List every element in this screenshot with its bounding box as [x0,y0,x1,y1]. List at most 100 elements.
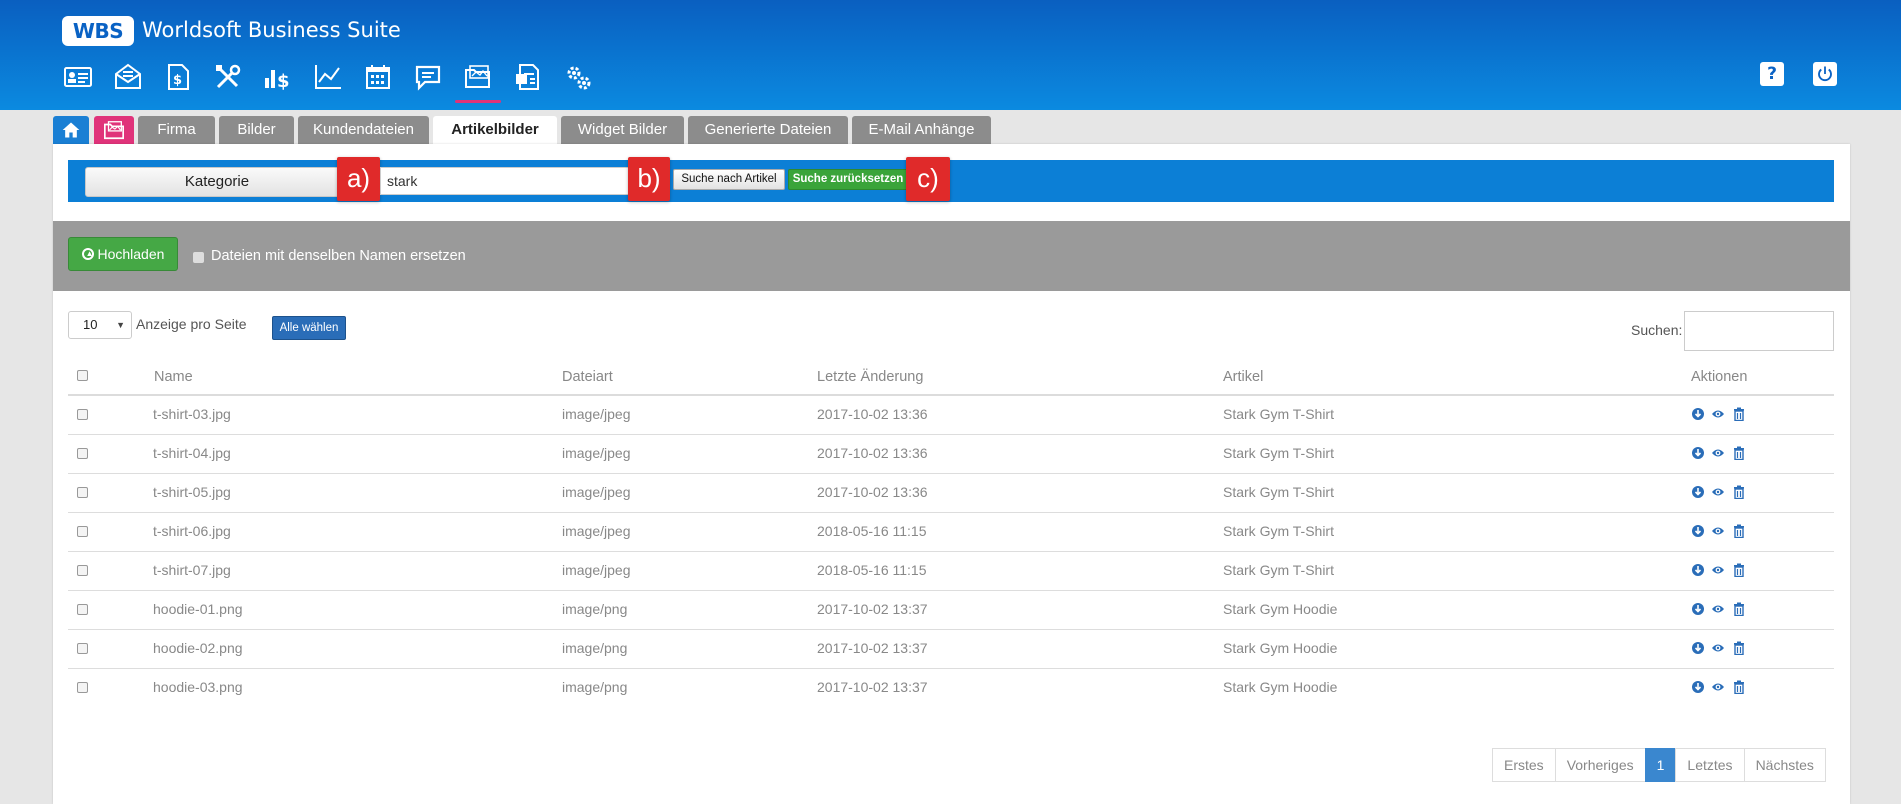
tools-icon[interactable] [211,60,245,94]
calendar-icon[interactable] [361,60,395,94]
wbs-logo[interactable]: WBS [62,16,134,46]
pagination-next[interactable]: Nächstes [1743,748,1826,782]
download-icon[interactable] [1691,524,1705,538]
table-row: hoodie-01.png image/png 2017-10-02 13:37 St… [68,590,1834,629]
download-icon[interactable] [1691,446,1705,460]
tab-widget-bilder[interactable]: Widget Bilder [561,116,684,144]
power-icon[interactable] [1813,62,1837,86]
pagination-last[interactable]: Letztes [1675,748,1745,782]
contact-card-icon[interactable] [61,60,95,94]
row-checkbox[interactable] [77,604,88,615]
download-icon[interactable] [1691,485,1705,499]
upload-button-label: Hochladen [97,246,165,262]
per-page-select[interactable]: 10 ▼ [68,311,132,339]
line-chart-icon[interactable] [311,60,345,94]
article-search-input[interactable] [380,167,630,195]
row-checkbox[interactable] [77,448,88,459]
preview-eye-icon[interactable] [1711,641,1725,655]
download-icon[interactable] [1691,407,1705,421]
replace-files-checkbox[interactable] [193,252,204,263]
tab-generierte-dateien[interactable]: Generierte Dateien [688,116,848,144]
preview-eye-icon[interactable] [1711,485,1725,499]
tab-firma[interactable]: Firma [138,116,215,144]
delete-trash-icon[interactable] [1732,563,1746,578]
pagination-first[interactable]: Erstes [1492,748,1556,782]
article-name: Stark Gym T-Shirt [1223,484,1334,500]
preview-eye-icon[interactable] [1711,680,1725,694]
row-checkbox[interactable] [77,409,88,420]
tab-kundendateien[interactable]: Kundendateien [298,116,429,144]
tab-artikelbilder[interactable]: Artikelbilder [433,116,557,145]
file-type: image/png [562,679,628,695]
file-name: hoodie-01.png [153,601,243,617]
preview-eye-icon[interactable] [1711,446,1725,460]
sales-chart-icon[interactable]: $ [261,60,295,94]
delete-trash-icon[interactable] [1732,524,1746,539]
folder-images-icon[interactable] [455,60,501,103]
download-icon[interactable] [1691,680,1705,694]
column-header-letzte-aenderung[interactable]: Letzte Änderung [817,369,923,385]
annotation-marker-a: a) [337,157,380,201]
replace-files-label: Dateien mit denselben Namen ersetzen [211,248,466,264]
file-type: image/jpeg [562,562,631,578]
tab-images[interactable] [94,116,134,144]
modified-date: 2017-10-02 13:36 [817,406,928,422]
delete-trash-icon[interactable] [1732,485,1746,500]
category-dropdown[interactable]: Kategorie [85,167,349,197]
settings-gears-icon[interactable] [561,60,595,94]
document-money-icon[interactable]: $ [161,60,195,94]
download-icon[interactable] [1691,641,1705,655]
row-checkbox[interactable] [77,565,88,576]
tab-email-anhaenge[interactable]: E-Mail Anhänge [852,116,991,144]
download-icon[interactable] [1691,563,1705,577]
article-name: Stark Gym Hoodie [1223,601,1338,617]
file-type: image/jpeg [562,406,631,422]
upload-button[interactable]: ▲ Hochladen [68,237,178,271]
preview-eye-icon[interactable] [1711,407,1725,421]
table-row: t-shirt-07.jpg image/jpeg 2018-05-16 11:15… [68,551,1834,590]
select-all-button[interactable]: Alle wählen [272,316,346,340]
modified-date: 2017-10-02 13:37 [817,640,928,656]
search-by-article-button[interactable]: Suche nach Artikel [673,169,785,190]
pagination-current-page[interactable]: 1 [1644,748,1677,782]
app-title: Worldsoft Business Suite [142,18,401,42]
preview-eye-icon[interactable] [1711,602,1725,616]
file-type: image/jpeg [562,445,631,461]
delete-trash-icon[interactable] [1732,407,1746,422]
row-checkbox[interactable] [77,682,88,693]
table-search-input[interactable] [1684,311,1834,351]
preview-eye-icon[interactable] [1711,524,1725,538]
download-icon[interactable] [1691,602,1705,616]
preview-eye-icon[interactable] [1711,563,1725,577]
mail-icon[interactable] [111,60,145,94]
column-header-dateiart[interactable]: Dateiart [562,369,613,385]
invoice-icon[interactable] [511,60,545,94]
file-name: t-shirt-05.jpg [153,484,231,500]
tab-home[interactable] [53,116,89,144]
article-name: Stark Gym T-Shirt [1223,562,1334,578]
table-row: t-shirt-04.jpg image/jpeg 2017-10-02 13:36… [68,434,1834,473]
help-icon[interactable]: ? [1760,62,1784,86]
column-header-aktionen: Aktionen [1691,369,1748,385]
file-type: image/jpeg [562,523,631,539]
reset-search-button[interactable]: Suche zurücksetzen [788,169,908,190]
delete-trash-icon[interactable] [1732,680,1746,695]
article-name: Stark Gym T-Shirt [1223,406,1334,422]
caret-down-icon: ▼ [116,320,125,330]
tab-bilder[interactable]: Bilder [219,116,294,144]
pagination-previous[interactable]: Vorheriges [1554,748,1646,782]
row-checkbox[interactable] [77,643,88,654]
modified-date: 2017-10-02 13:36 [817,484,928,500]
delete-trash-icon[interactable] [1732,641,1746,656]
row-checkbox[interactable] [77,526,88,537]
svg-text:$: $ [173,73,182,88]
row-checkbox[interactable] [77,487,88,498]
select-all-checkbox[interactable] [77,370,88,381]
column-header-name[interactable]: Name [154,369,193,385]
delete-trash-icon[interactable] [1732,446,1746,461]
folder-images-icon [104,121,124,140]
file-name: t-shirt-07.jpg [153,562,231,578]
comment-icon[interactable] [411,60,445,94]
column-header-artikel[interactable]: Artikel [1223,369,1263,385]
delete-trash-icon[interactable] [1732,602,1746,617]
